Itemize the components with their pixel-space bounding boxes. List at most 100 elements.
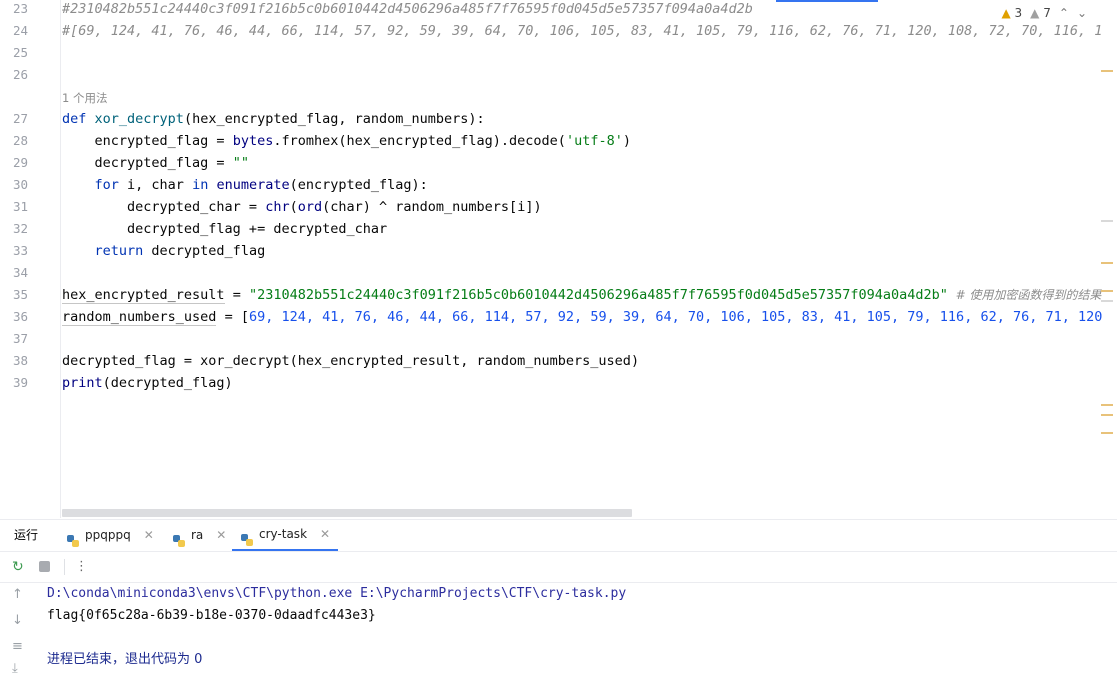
line-number: 39 xyxy=(12,375,28,390)
stop-icon[interactable] xyxy=(39,561,50,572)
code-line-39[interactable]: print(decrypted_flag) xyxy=(62,372,233,394)
console-output[interactable]: D:\conda\miniconda3\envs\CTF\python.exe … xyxy=(47,583,1117,672)
builtin: enumerate xyxy=(216,177,290,193)
error-stripe-marker[interactable] xyxy=(1101,290,1113,292)
run-panel-title: 运行 xyxy=(14,528,39,542)
console-exit-message[interactable]: 进程已结束，退出代码为 0 xyxy=(47,649,202,671)
console-side-toolbar: ↑ ↓ ≡ ⤓ xyxy=(0,583,36,676)
code-line-28[interactable]: encrypted_flag = bytes.fromhex(hex_encry… xyxy=(62,130,631,152)
string-literal: "" xyxy=(232,155,249,171)
error-stripe-marker[interactable] xyxy=(1101,220,1113,222)
warning-count[interactable]: ▲ 3 xyxy=(1001,6,1022,20)
line-number-gutter: 23 24 25 26 27 28 29 30 31 32 33 34 35 3… xyxy=(0,0,61,518)
variable: hex_encrypted_result xyxy=(62,287,225,304)
run-panel: 运行 ppqppq ✕ ra ✕ cry-task ✕ ↻ ⋮ ↑ ↓ ≡ ⤓ … xyxy=(0,519,1117,676)
code-line-36[interactable]: random_numbers_used = [69, 124, 41, 76, … xyxy=(62,306,1103,328)
soft-wrap-icon[interactable]: ≡ xyxy=(12,639,23,654)
run-tab-ra[interactable]: ra ✕ xyxy=(172,520,226,551)
chevron-up-icon[interactable]: ⌃ xyxy=(1059,6,1069,20)
code-editor[interactable]: 23 24 25 26 27 28 29 30 31 32 33 34 35 3… xyxy=(0,0,1117,518)
arrow-up-icon[interactable]: ↑ xyxy=(12,587,23,602)
code-text: .fromhex(hex_encrypted_flag).decode( xyxy=(273,133,566,149)
weak-warning-icon: ▲ xyxy=(1030,6,1040,20)
line-number: 35 xyxy=(12,287,28,302)
line-number: 24 xyxy=(12,23,28,38)
code-text: = [ xyxy=(216,309,249,325)
code-line-38[interactable]: decrypted_flag = xor_decrypt(hex_encrypt… xyxy=(62,350,639,372)
builtin: bytes xyxy=(232,133,274,149)
usage-hint[interactable]: 1 个用法 xyxy=(62,88,107,108)
weak-warning-count[interactable]: ▲ 7 xyxy=(1030,6,1051,20)
error-stripe-marker[interactable] xyxy=(1101,262,1113,264)
variable: random_numbers_used xyxy=(62,309,217,326)
console-command-line[interactable]: D:\conda\miniconda3\envs\CTF\python.exe … xyxy=(47,583,626,605)
python-icon xyxy=(66,529,80,547)
string-literal: 'utf-8' xyxy=(565,133,623,149)
close-icon[interactable]: ✕ xyxy=(144,520,154,551)
code-line-31[interactable]: decrypted_char = chr(ord(char) ^ random_… xyxy=(62,196,542,218)
inspection-widget[interactable]: ▲ 3 ▲ 7 ⌃ ⌄ xyxy=(1001,6,1087,20)
line-number: 33 xyxy=(12,243,28,258)
more-options-icon[interactable]: ⋮ xyxy=(75,559,88,574)
code-line-30[interactable]: for i, char in enumerate(encrypted_flag)… xyxy=(62,174,428,196)
number-list: 69, 124, 41, 76, 46, 44, 66, 114, 57, 92… xyxy=(248,309,1103,325)
line-number: 29 xyxy=(12,155,28,170)
chevron-down-icon[interactable]: ⌄ xyxy=(1077,6,1087,20)
keyword: return xyxy=(62,243,144,259)
line-number: 34 xyxy=(12,265,28,280)
builtin: chr xyxy=(265,199,290,215)
code-line-35[interactable]: hex_encrypted_result = "2310482b551c2444… xyxy=(62,284,1101,306)
run-toolbar: ↻ ⋮ xyxy=(0,552,1117,583)
run-tab-cry-task[interactable]: cry-task ✕ xyxy=(232,519,339,551)
error-stripe-marker[interactable] xyxy=(1101,432,1113,434)
code-text: encrypted_flag = xyxy=(62,133,233,149)
string-literal: "2310482b551c24440c3f091f216b5c0b6010442… xyxy=(248,287,948,303)
toolbar-divider xyxy=(64,559,65,575)
horizontal-scrollbar-thumb[interactable] xyxy=(62,509,632,517)
line-number: 36 xyxy=(12,309,28,324)
builtin: ord xyxy=(297,199,323,215)
code-text: decrypted_flag xyxy=(143,243,266,259)
keyword: for xyxy=(62,177,119,193)
code-text: decrypted_flag = xyxy=(62,155,233,171)
arrow-down-icon[interactable]: ↓ xyxy=(12,613,23,628)
code-line-29[interactable]: decrypted_flag = "" xyxy=(62,152,249,174)
code-text: i, char xyxy=(118,177,193,193)
close-icon[interactable]: ✕ xyxy=(216,520,226,551)
code-text: (decrypted_flag) xyxy=(102,375,233,391)
scroll-to-end-icon[interactable]: ⤓ xyxy=(12,661,18,676)
line-number: 30 xyxy=(12,177,28,192)
tab-label: ppqppq xyxy=(85,528,131,542)
line-number: 38 xyxy=(12,353,28,368)
code-line-23[interactable]: #2310482b551c24440c3f091f216b5c0b6010442… xyxy=(62,0,753,20)
vertical-scrollbar[interactable] xyxy=(1101,0,1115,518)
line-number: 31 xyxy=(12,199,28,214)
code-area[interactable]: #2310482b551c24440c3f091f216b5c0b6010442… xyxy=(62,0,1103,518)
line-number: 26 xyxy=(12,67,28,82)
rerun-icon[interactable]: ↻ xyxy=(12,559,24,575)
tab-label: ra xyxy=(191,528,204,542)
python-icon xyxy=(240,528,254,546)
code-line-24[interactable]: #[69, 124, 41, 76, 46, 44, 66, 114, 57, … xyxy=(62,20,1103,42)
run-tab-ppqppq[interactable]: ppqppq ✕ xyxy=(66,520,154,551)
code-line-33[interactable]: return decrypted_flag xyxy=(62,240,266,262)
keyword: def xyxy=(62,111,87,127)
error-stripe-marker[interactable] xyxy=(1101,404,1113,406)
close-icon[interactable]: ✕ xyxy=(320,519,330,550)
line-number: 25 xyxy=(12,45,28,60)
code-text: ( xyxy=(289,199,298,215)
line-number: 27 xyxy=(12,111,28,126)
code-text: ) xyxy=(622,133,631,149)
code-line-32[interactable]: decrypted_flag += decrypted_char xyxy=(62,218,387,240)
error-stripe-marker[interactable] xyxy=(1101,300,1113,302)
tab-label: cry-task xyxy=(259,527,308,541)
code-text: = xyxy=(224,287,249,303)
run-panel-header: 运行 ppqppq ✕ ra ✕ cry-task ✕ xyxy=(0,520,1117,552)
code-line-27[interactable]: def xor_decrypt(hex_encrypted_flag, rand… xyxy=(62,108,485,130)
code-text: (char) ^ random_numbers[i]) xyxy=(322,199,542,215)
console-output-line[interactable]: flag{0f65c28a-6b39-b18e-0370-0daadfc443e… xyxy=(47,605,376,627)
error-stripe-marker[interactable] xyxy=(1101,70,1113,72)
function-name: xor_decrypt xyxy=(94,111,184,127)
code-text: decrypted_char = xyxy=(62,199,266,215)
error-stripe-marker[interactable] xyxy=(1101,414,1113,416)
